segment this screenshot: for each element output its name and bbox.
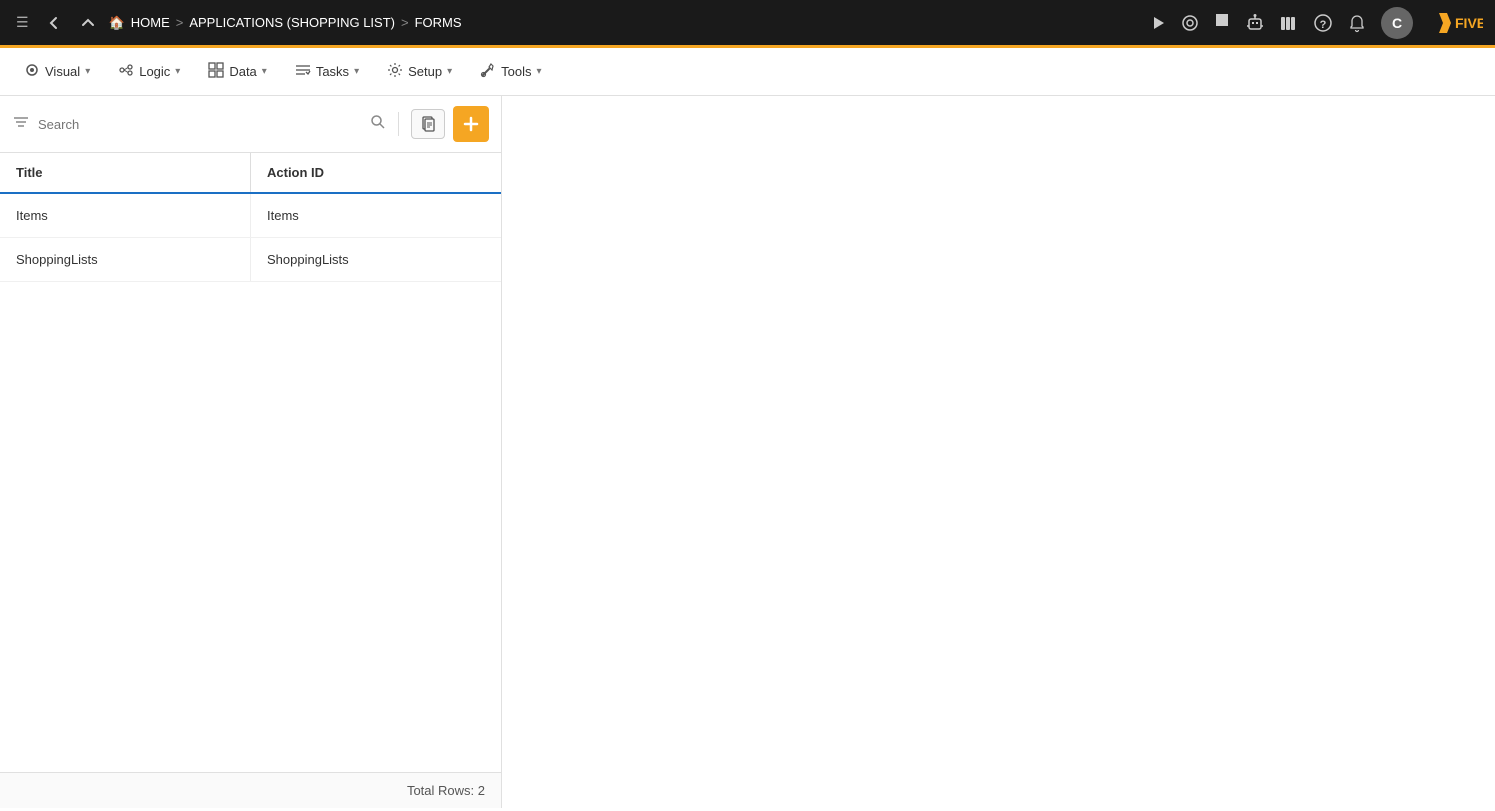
search-input[interactable] xyxy=(38,117,362,132)
menu-item-setup[interactable]: Setup ▾ xyxy=(375,56,464,88)
row-shoppinglists-action-id: ShoppingLists xyxy=(251,238,501,281)
column-header-action-id: Action ID xyxy=(251,153,501,192)
total-rows-label: Total Rows: 2 xyxy=(407,783,485,798)
forms-label: FORMS xyxy=(415,15,462,30)
add-button[interactable] xyxy=(453,106,489,142)
data-icon xyxy=(208,62,224,82)
table-footer: Total Rows: 2 xyxy=(0,772,501,808)
table-row[interactable]: Items Items xyxy=(0,194,501,238)
play-icon[interactable] xyxy=(1149,14,1167,32)
row-items-action-id: Items xyxy=(251,194,501,237)
breadcrumb-home[interactable]: 🏠 HOME xyxy=(109,15,170,31)
home-icon: 🏠 xyxy=(109,15,125,31)
visual-icon xyxy=(24,62,40,82)
tools-icon xyxy=(480,62,496,82)
books-icon[interactable] xyxy=(1279,13,1299,33)
setup-label: Setup xyxy=(408,64,442,79)
left-panel: Title Action ID Items Items ShoppingList… xyxy=(0,96,502,808)
breadcrumb-sep-1: > xyxy=(176,15,184,30)
logic-icon xyxy=(118,62,134,82)
breadcrumb-forms[interactable]: FORMS xyxy=(415,15,462,30)
search-icon[interactable] xyxy=(370,114,386,134)
data-label: Data xyxy=(229,64,256,79)
visual-label: Visual xyxy=(45,64,80,79)
row-shoppinglists-title: ShoppingLists xyxy=(0,238,251,281)
table-header: Title Action ID xyxy=(0,153,501,194)
svg-text:FIVE: FIVE xyxy=(1455,15,1483,31)
right-panel xyxy=(502,96,1495,808)
logic-chevron: ▾ xyxy=(175,66,180,77)
breadcrumb-sep-2: > xyxy=(401,15,409,30)
main-layout: Title Action ID Items Items ShoppingList… xyxy=(0,96,1495,808)
menu-item-tasks[interactable]: Tasks ▾ xyxy=(283,56,371,88)
stop-icon[interactable] xyxy=(1213,11,1231,34)
menu-item-data[interactable]: Data ▾ xyxy=(196,56,279,88)
top-nav-right: ? C FIVE xyxy=(1149,7,1483,39)
logic-label: Logic xyxy=(139,64,170,79)
menu-bar: Visual ▾ Logic ▾ Data ▾ xyxy=(0,48,1495,96)
table-row[interactable]: ShoppingLists ShoppingLists xyxy=(0,238,501,282)
visual-chevron: ▾ xyxy=(85,66,90,77)
tools-chevron: ▾ xyxy=(536,66,541,77)
up-icon[interactable] xyxy=(75,10,101,36)
menu-item-logic[interactable]: Logic ▾ xyxy=(106,56,192,88)
setup-chevron: ▾ xyxy=(447,66,452,77)
svg-text:?: ? xyxy=(1320,19,1327,31)
menu-item-tools[interactable]: Tools ▾ xyxy=(468,56,553,88)
avatar[interactable]: C xyxy=(1381,7,1413,39)
bell-icon[interactable] xyxy=(1347,13,1367,33)
row-items-title: Items xyxy=(0,194,251,237)
breadcrumb: 🏠 HOME > APPLICATIONS (SHOPPING LIST) > … xyxy=(109,15,462,31)
copy-doc-button[interactable] xyxy=(411,109,445,139)
menu-item-visual[interactable]: Visual ▾ xyxy=(12,56,102,88)
robot-icon[interactable] xyxy=(1245,13,1265,33)
setup-icon xyxy=(387,62,403,82)
search-bar xyxy=(0,96,501,153)
tasks-icon xyxy=(295,62,311,82)
back-icon[interactable] xyxy=(41,10,67,36)
preview-icon[interactable] xyxy=(1181,14,1199,32)
breadcrumb-app[interactable]: APPLICATIONS (SHOPPING LIST) xyxy=(189,15,395,30)
search-divider xyxy=(398,112,399,136)
column-header-title: Title xyxy=(0,153,251,192)
data-chevron: ▾ xyxy=(262,66,267,77)
top-nav-left: ☰ 🏠 HOME > APPLICATIONS (SHOPPING LIST) … xyxy=(12,10,1149,36)
five-brand-logo: FIVE xyxy=(1435,11,1483,35)
help-icon[interactable]: ? xyxy=(1313,13,1333,33)
table-body: Items Items ShoppingLists ShoppingLists xyxy=(0,194,501,772)
home-label: HOME xyxy=(131,15,170,30)
app-label: APPLICATIONS (SHOPPING LIST) xyxy=(189,15,395,30)
tasks-chevron: ▾ xyxy=(354,66,359,77)
tools-label: Tools xyxy=(501,64,531,79)
filter-icon xyxy=(12,113,30,136)
top-navigation: ☰ 🏠 HOME > APPLICATIONS (SHOPPING LIST) … xyxy=(0,0,1495,48)
tasks-label: Tasks xyxy=(316,64,349,79)
menu-icon[interactable]: ☰ xyxy=(12,10,33,35)
